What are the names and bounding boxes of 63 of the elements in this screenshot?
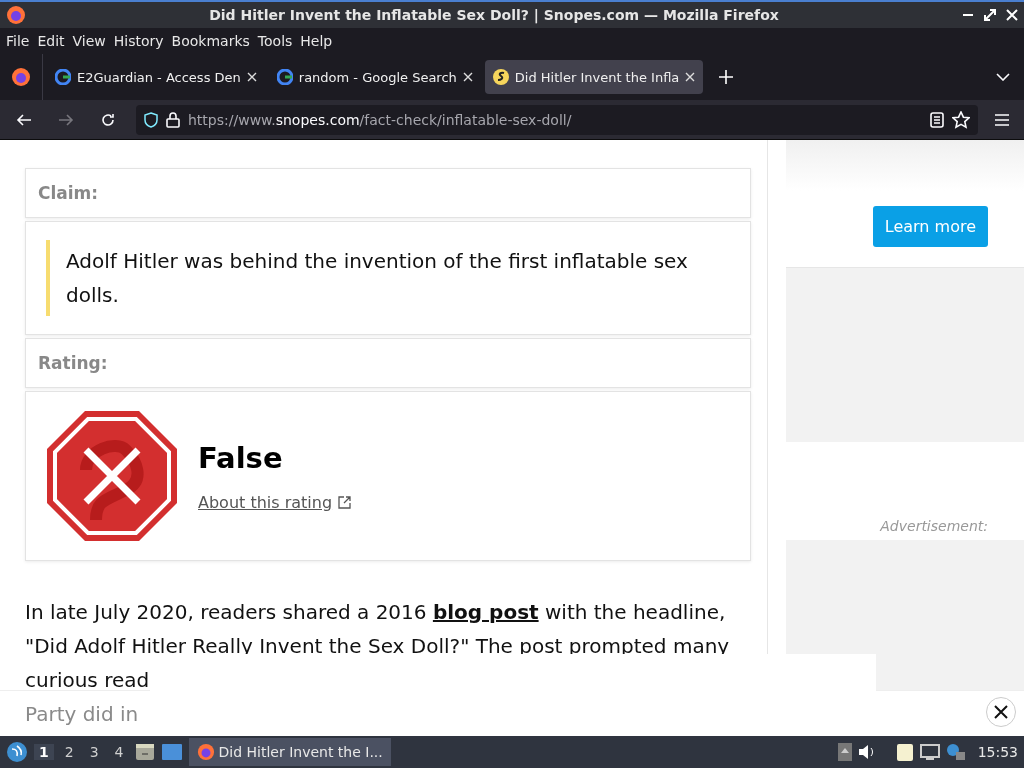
start-menu-icon[interactable] (6, 741, 28, 763)
browser-tab[interactable]: Did Hitler Invent the Infla (484, 60, 704, 94)
taskbar-window-button[interactable]: Did Hitler Invent the I... (188, 738, 391, 766)
close-icon[interactable] (462, 72, 473, 82)
back-icon[interactable] (16, 111, 32, 128)
volume-icon[interactable] (857, 744, 876, 760)
claim-quote: Adolf Hitler was behind the invention of the first inflatable sex dolls. (46, 240, 730, 316)
menu-item[interactable]: Bookmarks (167, 33, 254, 49)
star-icon[interactable] (952, 110, 970, 129)
shield-icon[interactable] (144, 111, 158, 128)
forward-icon[interactable] (58, 111, 74, 128)
rating-value: False (198, 440, 284, 475)
menu-item[interactable]: Tools (253, 33, 297, 49)
window-title: Did Hitler Invent the Inflatable Sex Doll? | Snopes.com — Mozilla Firefox (208, 7, 780, 23)
chevron-down-icon[interactable] (996, 73, 1010, 81)
address-bar[interactable]: https://www.snopes.com/fact-check/inflatable-sex-doll/ (136, 104, 978, 135)
firefox-icon (6, 5, 26, 25)
workspace-button[interactable]: 3 (84, 744, 104, 760)
rating-header: Rating: (25, 338, 751, 388)
paragraph-text: "Did Adolf Hitler Really Invent the Sex Doll?" The post prompted many (25, 633, 730, 660)
advertisement-label: Advertisement: (878, 517, 989, 536)
close-icon (994, 705, 1008, 719)
close-icon[interactable] (246, 72, 257, 82)
paragraph-text: Party did in (25, 701, 139, 728)
plus-icon[interactable] (719, 70, 734, 84)
workspace-button[interactable]: 4 (109, 744, 129, 760)
external-link-icon (338, 495, 352, 509)
browser-tab[interactable]: E2Guardian - Access Den (47, 60, 265, 94)
firefox-icon (196, 743, 215, 761)
clipboard-icon[interactable] (895, 742, 914, 762)
close-ad-button[interactable] (986, 697, 1016, 727)
desktop-icon[interactable] (160, 743, 183, 761)
eject-icon[interactable] (837, 743, 852, 761)
about-rating-link[interactable]: About this rating (198, 492, 352, 512)
menu-item[interactable]: Help (296, 33, 337, 49)
maximize-icon[interactable] (984, 9, 996, 21)
blog-post-link[interactable]: blog post (432, 600, 539, 624)
reload-icon[interactable] (100, 111, 116, 128)
menu-item[interactable]: File (2, 33, 34, 49)
claim-header: Claim: (25, 168, 751, 218)
paragraph-text: with the headline, (543, 600, 726, 624)
menu-item[interactable]: History (109, 33, 168, 49)
menu-item[interactable]: View (68, 33, 110, 49)
close-icon[interactable] (685, 72, 696, 82)
menu-item[interactable]: Edit (33, 33, 69, 49)
network-icon[interactable] (919, 743, 940, 761)
file-manager-icon[interactable] (134, 742, 155, 762)
snopes-icon (492, 69, 509, 85)
notification-icon[interactable] (945, 743, 966, 761)
google-icon (276, 69, 293, 85)
url-text: https://www.snopes.com/fact-check/inflatable-sex-doll/ (188, 111, 573, 128)
firefox-icon (11, 67, 31, 87)
clock: 15:53 (977, 744, 1018, 760)
workspace-button[interactable]: 1 (34, 744, 54, 760)
paragraph-text: In late July 2020, readers shared a 2016 (25, 600, 428, 624)
browser-tab[interactable]: random - Google Search (268, 60, 481, 94)
paragraph-text: curious read (25, 667, 150, 694)
workspace-button[interactable]: 2 (59, 744, 79, 760)
reader-view-icon[interactable] (930, 111, 944, 128)
menu-icon[interactable] (994, 112, 1010, 127)
lock-icon[interactable] (166, 111, 180, 128)
false-rating-icon (46, 410, 178, 542)
google-icon (55, 69, 71, 85)
